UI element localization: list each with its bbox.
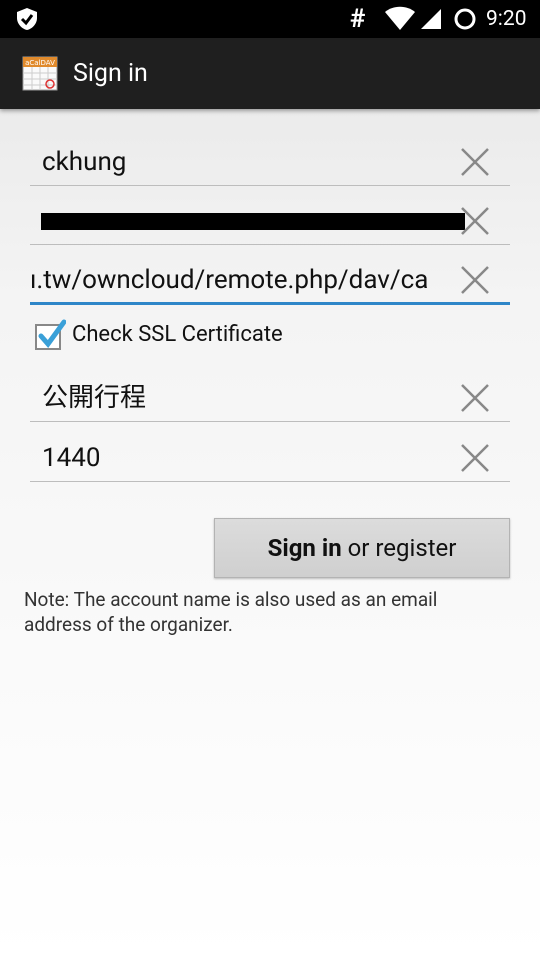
organizer-note: Note: The account name is also used as a…: [24, 588, 438, 636]
status-bar: # 9:20: [0, 0, 540, 38]
username-value: ckhung: [42, 147, 127, 177]
signal-icon: [419, 0, 443, 38]
clear-sync-interval-icon[interactable]: [458, 441, 492, 475]
clock: 9:20: [486, 7, 527, 31]
check-ssl-row[interactable]: Check SSL Certificate: [34, 317, 334, 353]
clear-calendar-name-icon[interactable]: [458, 381, 492, 415]
sync-interval-field[interactable]: 1440: [30, 436, 510, 482]
url-field[interactable]: ı.tw/owncloud/remote.php/dav/ca: [30, 258, 510, 305]
redacted-password: [41, 213, 465, 230]
clear-username-icon[interactable]: [458, 145, 492, 179]
shield-icon: [14, 0, 40, 38]
action-bar: aCalDAV Sign in: [0, 38, 540, 109]
sign-in-label-rest: or register: [341, 534, 457, 562]
app-icon-label: aCalDAV: [25, 59, 55, 67]
clear-url-icon[interactable]: [458, 263, 492, 297]
sign-in-button[interactable]: Sign in or register: [214, 518, 510, 578]
check-ssl-label: Check SSL Certificate: [72, 322, 283, 347]
page-title: Sign in: [73, 59, 148, 88]
check-ssl-checkbox[interactable]: [34, 319, 66, 351]
battery-loading-icon: [452, 0, 478, 38]
username-field[interactable]: ckhung: [30, 140, 510, 186]
calendar-name-value: 公開行程: [42, 383, 147, 413]
password-field[interactable]: [30, 199, 510, 245]
wifi-icon: [384, 0, 416, 38]
sign-in-label-bold: Sign in: [267, 534, 342, 562]
hash-icon: #: [350, 4, 366, 34]
url-value: ı.tw/owncloud/remote.php/dav/ca: [30, 265, 429, 295]
sync-interval-value: 1440: [42, 443, 101, 473]
clear-password-icon[interactable]: [458, 204, 492, 238]
calendar-name-field[interactable]: 公開行程: [30, 376, 510, 422]
calendar-app-icon: aCalDAV: [20, 52, 62, 94]
